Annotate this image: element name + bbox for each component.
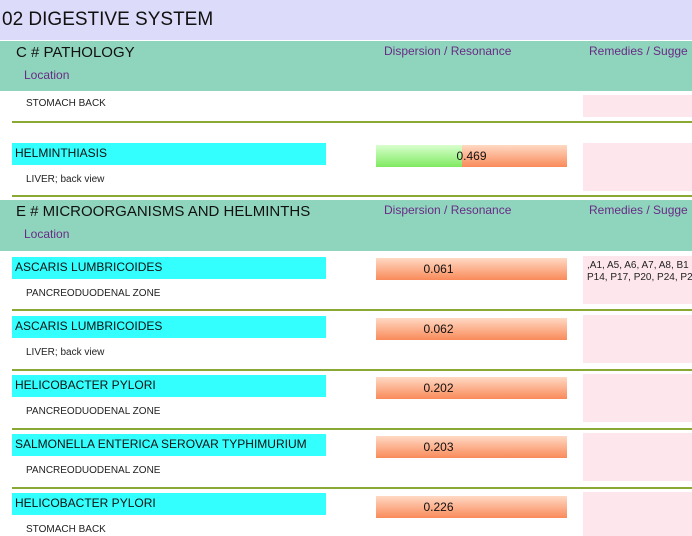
- remedies-cell: [583, 433, 692, 481]
- remedies-cell: [583, 374, 692, 422]
- row-location: LIVER; back view: [26, 347, 105, 358]
- row-location: LIVER; back view: [26, 174, 105, 185]
- row-location: PANCREODUODENAL ZONE: [26, 465, 161, 476]
- resonance-value: 0.203: [423, 440, 454, 454]
- section-header-microorganisms: E # MICROORGANISMS AND HELMINTHS Locatio…: [0, 200, 692, 251]
- section-title: C # PATHOLOGY: [16, 44, 135, 61]
- resonance-value: 0.226: [423, 500, 454, 514]
- remedies-column-header: Remedies / Sugge: [589, 203, 688, 217]
- dispersion-column-header: Dispersion / Resonance: [384, 44, 512, 58]
- microorganism-name[interactable]: SALMONELLA ENTERICA SEROVAR TYPHIMURIUM: [12, 434, 326, 456]
- resonance-bar: 0.062: [376, 318, 567, 340]
- resonance-bar: 0.226: [376, 496, 567, 518]
- resonance-bar: 0.202: [376, 377, 567, 399]
- remedies-cell: [583, 492, 692, 536]
- remedies-cell: [583, 95, 692, 117]
- resonance-bar: 0.203: [376, 436, 567, 458]
- remedies-column-header: Remedies / Sugge: [589, 44, 688, 58]
- resonance-value: 0.062: [423, 322, 454, 336]
- row-separator: [12, 428, 692, 430]
- pathology-name[interactable]: HELMINTHIASIS: [12, 143, 326, 165]
- row-separator: [12, 121, 692, 123]
- section-header-pathology: C # PATHOLOGY Location Dispersion / Reso…: [0, 41, 692, 91]
- resonance-bar: 0.469: [376, 145, 567, 167]
- row-location: PANCREODUODENAL ZONE: [26, 406, 161, 417]
- microorganism-name[interactable]: HELICOBACTER PYLORI: [12, 493, 326, 515]
- remedies-cell: [583, 143, 692, 191]
- dispersion-column-header: Dispersion / Resonance: [384, 203, 512, 217]
- location-column-header: Location: [24, 68, 70, 82]
- row-separator: [12, 369, 692, 371]
- page-title: 02 DIGESTIVE SYSTEM: [0, 0, 692, 40]
- resonance-value: 0.061: [423, 262, 454, 276]
- microorganism-name[interactable]: ASCARIS LUMBRICOIDES: [12, 316, 326, 338]
- microorganism-name[interactable]: ASCARIS LUMBRICOIDES: [12, 257, 326, 279]
- remedies-cell: ,A1, A5, A6, A7, A8, B1 P14, P17, P20, P…: [583, 256, 692, 304]
- section-title: E # MICROORGANISMS AND HELMINTHS: [16, 203, 311, 220]
- resonance-bar: 0.061: [376, 258, 567, 280]
- row-location: PANCREODUODENAL ZONE: [26, 288, 161, 299]
- resonance-value: 0.469: [456, 149, 487, 163]
- microorganism-name[interactable]: HELICOBACTER PYLORI: [12, 375, 326, 397]
- row-separator: [12, 309, 692, 311]
- remedies-line: ,A1, A5, A6, A7, A8, B1: [587, 260, 689, 271]
- row-location: STOMACH BACK: [26, 524, 106, 535]
- row-separator: [12, 195, 692, 197]
- row-location: STOMACH BACK: [26, 98, 106, 109]
- row-separator: [12, 487, 692, 489]
- remedies-line: P14, P17, P20, P24, P2: [587, 272, 692, 283]
- resonance-value: 0.202: [423, 381, 454, 395]
- remedies-cell: [583, 315, 692, 363]
- location-column-header: Location: [24, 227, 70, 241]
